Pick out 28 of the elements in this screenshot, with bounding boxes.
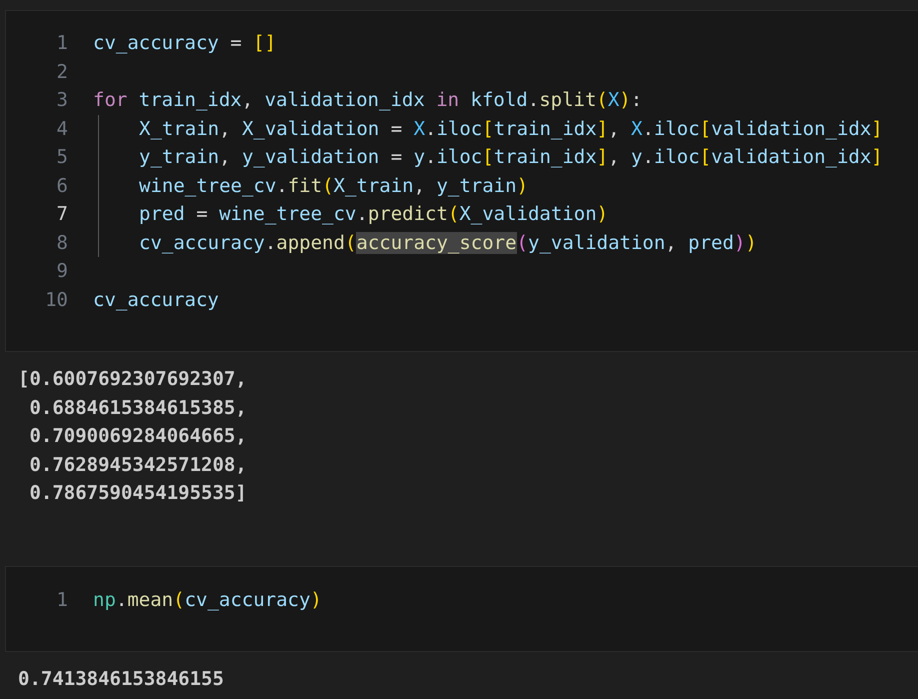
line-number: 1 — [56, 588, 68, 611]
line-number: 10 — [44, 288, 68, 311]
code-line: cv_accuracy = [] — [93, 32, 276, 54]
output-line: 0.7867590454195535] — [28, 481, 248, 506]
code-line: X_train, X_validation = X.iloc[train_idx], X.iloc[validation_idx] — [138, 118, 883, 140]
code-cell[interactable] — [5, 10, 918, 352]
line-number: 8 — [56, 232, 68, 254]
code-line: y_train, y_validation = y.iloc[train_idx], y.iloc[validation_idx] — [138, 146, 883, 168]
code-line: wine_tree_cv.fit(X_train, y_train) — [138, 174, 528, 197]
line-number: 7 — [56, 203, 68, 226]
code-line: pred = wine_tree_cv.predict(X_validation) — [138, 203, 608, 226]
line-number: 6 — [56, 174, 68, 197]
line-number: 9 — [56, 260, 68, 282]
line-number: 2 — [56, 60, 68, 83]
output-line: 0.6884615384615385, — [28, 396, 248, 420]
line-number: 4 — [56, 118, 68, 140]
line-number: 5 — [56, 146, 68, 168]
code-line: np.mean(cv_accuracy) — [93, 588, 322, 611]
line-number: 3 — [56, 89, 68, 112]
code-line: cv_accuracy — [93, 288, 219, 311]
line-number: 1 — [56, 32, 68, 54]
output-line: 0.7628945342571208, — [28, 452, 248, 478]
code-line: cv_accuracy.append(accuracy_score(y_validation, pred)) — [138, 232, 757, 254]
output-line: [0.6007692307692307, — [18, 367, 248, 392]
code-cell[interactable]: 1 np.mean(cv_accuracy) — [5, 566, 918, 652]
code-line: for train_idx, validation_idx in kfold.split(X): — [93, 89, 642, 112]
output-line: 0.7413846153846155 — [18, 667, 225, 692]
output-line: 0.7090069284064665, — [28, 424, 248, 449]
